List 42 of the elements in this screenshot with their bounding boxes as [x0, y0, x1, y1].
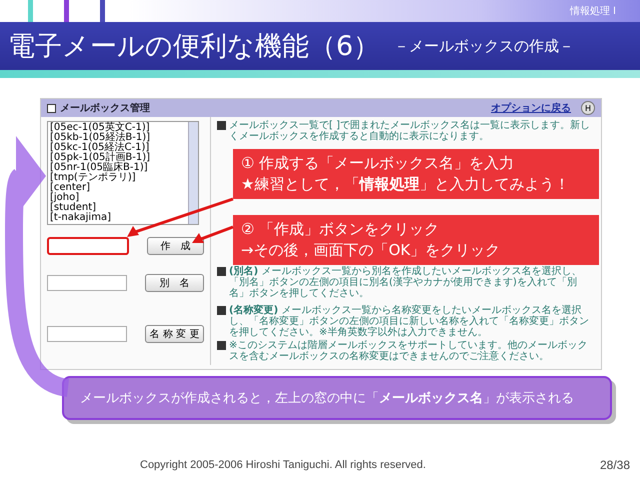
callout-text: ② 「作成」ボタンをクリック	[241, 219, 440, 240]
accent-bar	[64, 0, 69, 22]
action-button[interactable]: 作 成	[147, 237, 204, 255]
copyright-text: Copyright 2005-2006 Hiroshi Taniguchi. All rights reserved.	[140, 459, 427, 471]
accent-bar	[28, 0, 33, 22]
mailbox-item[interactable]: [t-nakajima]	[50, 213, 111, 223]
mailbox-item[interactable]: [joho]	[50, 193, 80, 203]
summary-text: メールボックスが作成されると，左上の窓の中に「メールボックス名」が表示される	[80, 390, 574, 407]
mailbox-item[interactable]: [student]	[50, 203, 96, 213]
callout-text: ① 作成する「メールボックス名」を入力	[241, 153, 516, 174]
name-field[interactable]	[47, 237, 129, 255]
bullet-icon	[217, 341, 226, 350]
mailbox-item[interactable]: [05kc-1(05経法C-1)]	[50, 143, 150, 153]
course-name: 情報処理 I	[570, 4, 616, 18]
mailbox-item[interactable]: [05kb-1(05経法B-1)]	[50, 133, 150, 143]
action-button[interactable]: 別 名	[145, 274, 204, 292]
mailbox-item[interactable]: [05pk-1(05計画B-1)]	[50, 153, 150, 163]
note-text: (名称変更) メールボックス一覧から名称変更をしたいメールボックス名を選択し、「名称変更」ボタンの左側の項目に新しい名称を入れて「名称変更」ボタンを押してください。※半角英数字以外は入力できません。	[229, 305, 590, 338]
name-field[interactable]	[47, 326, 127, 342]
help-button[interactable]: H	[581, 101, 595, 115]
note-text: ※このシステムは階層メールボックスをサポートしています。他のメールボックスを含むメールボックスの名称変更はできませんのでご注意ください。	[229, 340, 588, 362]
note-text: (別名) メールボックス一覧から別名を作成したいメールボックス名を選択し、「別名」ボタンの左側の項目に別名(漢字やカナが使用できます)を入れて「別名」ボタンを押してください。	[229, 266, 582, 299]
accent-bar	[100, 0, 105, 22]
callout-text: →その後，画面下の「OK」をクリック	[241, 240, 502, 261]
bullet-icon	[217, 306, 226, 315]
mailbox-list[interactable]: [05ec-1(05英文C-1)] [05kb-1(05経法B-1)] [05kc-1(05経法C-1)] [05pk-1(05計画B-1)] [05nr-1(05臨床B-1)] [tmp(テンポラリ)] [center] [joho] [student] [t-nakajima]	[47, 121, 199, 225]
bullet-icon	[217, 267, 226, 276]
bullet-icon	[217, 121, 226, 130]
callout-text: ★練習として，「情報処理」と入力してみよう！	[241, 174, 570, 195]
panel-title: メールボックス管理	[60, 102, 151, 115]
mailbox-item[interactable]: [05ec-1(05英文C-1)]	[50, 123, 150, 133]
slide-title: 電子メールの便利な機能（6）	[8, 30, 380, 64]
square-icon	[47, 104, 56, 112]
note-text: メールボックス一覧で[ ]で囲まれたメールボックス名は一覧に表示します。新しくメールボックスを作成すると自動的に表示になります。	[229, 120, 591, 142]
mailbox-item[interactable]: [tmp(テンポラリ)]	[50, 173, 136, 183]
name-field[interactable]	[47, 274, 127, 290]
back-to-options-link[interactable]: オプションに戻る	[491, 101, 571, 115]
mailbox-item[interactable]: [center]	[50, 183, 90, 193]
page-number: 28/38	[600, 458, 630, 472]
slide-subtitle: －メールボックスの作成－	[394, 36, 574, 56]
mailbox-item[interactable]: [05nr-1(05臨床B-1)]	[50, 163, 148, 173]
action-button[interactable]: 名 称 変 更	[145, 324, 204, 342]
